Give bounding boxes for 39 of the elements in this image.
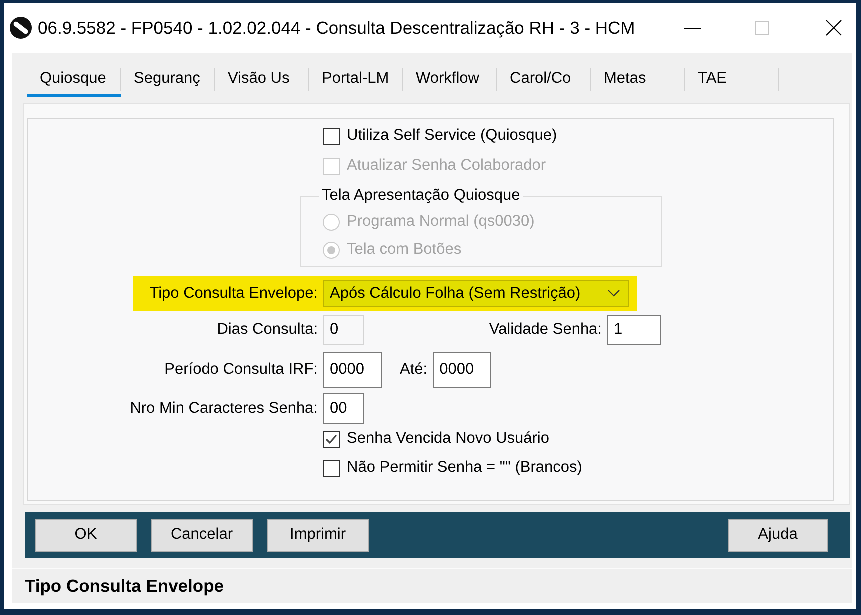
- close-icon: [826, 20, 842, 36]
- text-field[interactable]: 00: [323, 393, 364, 424]
- logo-icon: [10, 17, 32, 39]
- tab[interactable]: Metas: [591, 63, 685, 97]
- checkbox-label: Senha Vencida Novo Usuário: [347, 430, 550, 448]
- dialog-button[interactable]: OK: [35, 518, 137, 552]
- tab[interactable]: Visão Us: [215, 63, 309, 97]
- tab[interactable]: Quiosque: [27, 63, 121, 97]
- text-field[interactable]: 1: [607, 315, 661, 345]
- radio-label: Programa Normal (qs0030): [347, 213, 535, 231]
- dialog-button[interactable]: Cancelar: [151, 518, 253, 552]
- checkbox[interactable]: [323, 430, 340, 448]
- text-field[interactable]: 0000: [323, 352, 382, 388]
- window-title: 06.9.5582 - FP0540 - 1.02.02.044 - Consulta Descentralização RH - 3 - HCM: [38, 18, 636, 38]
- radio-label: Tela com Botões: [347, 241, 462, 259]
- checkbox-label: Utiliza Self Service (Quiosque): [347, 127, 558, 145]
- field-label: Tipo Consulta Envelope:: [150, 284, 318, 302]
- tab[interactable]: Seguranç: [121, 63, 215, 97]
- help-button[interactable]: Ajuda: [728, 518, 828, 552]
- dropdown[interactable]: Após Cálculo Folha (Sem Restrição): [323, 280, 629, 307]
- tab[interactable]: Portal-LM: [309, 63, 403, 97]
- checkbox-label: Não Permitir Senha = "" (Brancos): [347, 459, 582, 477]
- field-label: Dias Consulta:: [217, 321, 318, 339]
- dialog-button[interactable]: Imprimir: [267, 518, 369, 552]
- tab[interactable]: Carol/Co: [497, 63, 591, 97]
- checkbox[interactable]: [323, 128, 340, 144]
- status-text: Tipo Consulta Envelope: [25, 576, 224, 596]
- field-label: Validade Senha:: [489, 321, 602, 339]
- group-title: Tela Apresentação Quiosque: [321, 187, 522, 205]
- checkbox-label: Atualizar Senha Colaborador: [347, 157, 546, 175]
- tab[interactable]: Workflow: [403, 63, 497, 97]
- chevron-down-icon: [608, 290, 620, 297]
- checkbox[interactable]: [323, 460, 340, 476]
- tab[interactable]: TAE: [685, 63, 779, 97]
- text-field[interactable]: 0000: [432, 352, 491, 388]
- field-label: Período Consulta IRF:: [164, 361, 318, 379]
- field-label: Até:: [400, 361, 428, 379]
- field-label: Nro Min Caracteres Senha:: [130, 400, 318, 418]
- maximize-icon: [755, 21, 769, 35]
